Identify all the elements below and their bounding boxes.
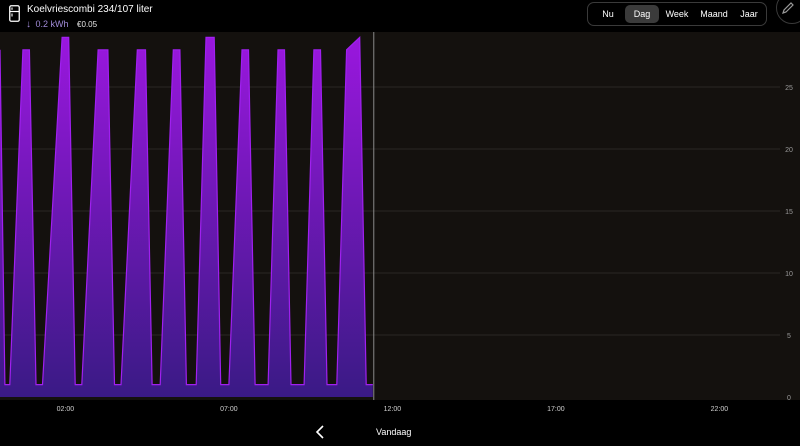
period-label: Vandaag — [376, 427, 412, 437]
energy-summary: ↓ 0.2 kWh €0.05 — [26, 19, 97, 30]
y-tick-label: 10 — [785, 271, 793, 278]
x-axis: 02:00 07:00 12:00 17:00 22:00 — [0, 400, 800, 418]
y-tick-label: 15 — [785, 209, 793, 216]
period-selector: Nu Dag Week Maand Jaar — [587, 2, 767, 26]
tab-jaar[interactable]: Jaar — [735, 5, 763, 23]
device-title: Koelvriescombi 234/107 liter — [27, 4, 153, 15]
cost-value: €0.05 — [77, 20, 98, 29]
x-tick-label: 17:00 — [547, 406, 565, 413]
tab-nu[interactable]: Nu — [592, 5, 624, 23]
y-tick-label: 20 — [785, 147, 793, 154]
pencil-icon — [782, 2, 794, 14]
tab-week[interactable]: Week — [661, 5, 693, 23]
tab-dag[interactable]: Dag — [625, 5, 659, 23]
y-tick-label: 25 — [785, 85, 793, 92]
y-tick-label: 5 — [787, 333, 791, 340]
x-tick-label: 02:00 — [57, 406, 75, 413]
edit-button[interactable] — [776, 0, 800, 24]
x-tick-label: 12:00 — [384, 406, 402, 413]
arrow-down-icon: ↓ — [26, 19, 31, 30]
chevron-left-icon[interactable] — [312, 423, 330, 441]
x-tick-label: 07:00 — [220, 406, 238, 413]
footer: Vandaag — [0, 418, 800, 446]
fridge-icon — [9, 5, 20, 22]
energy-chart: 0510152025 — [0, 32, 800, 400]
tab-maand[interactable]: Maand — [695, 5, 733, 23]
x-tick-label: 22:00 — [711, 406, 729, 413]
header: Koelvriescombi 234/107 liter ↓ 0.2 kWh €… — [0, 0, 800, 32]
energy-value: 0.2 kWh — [35, 19, 69, 29]
